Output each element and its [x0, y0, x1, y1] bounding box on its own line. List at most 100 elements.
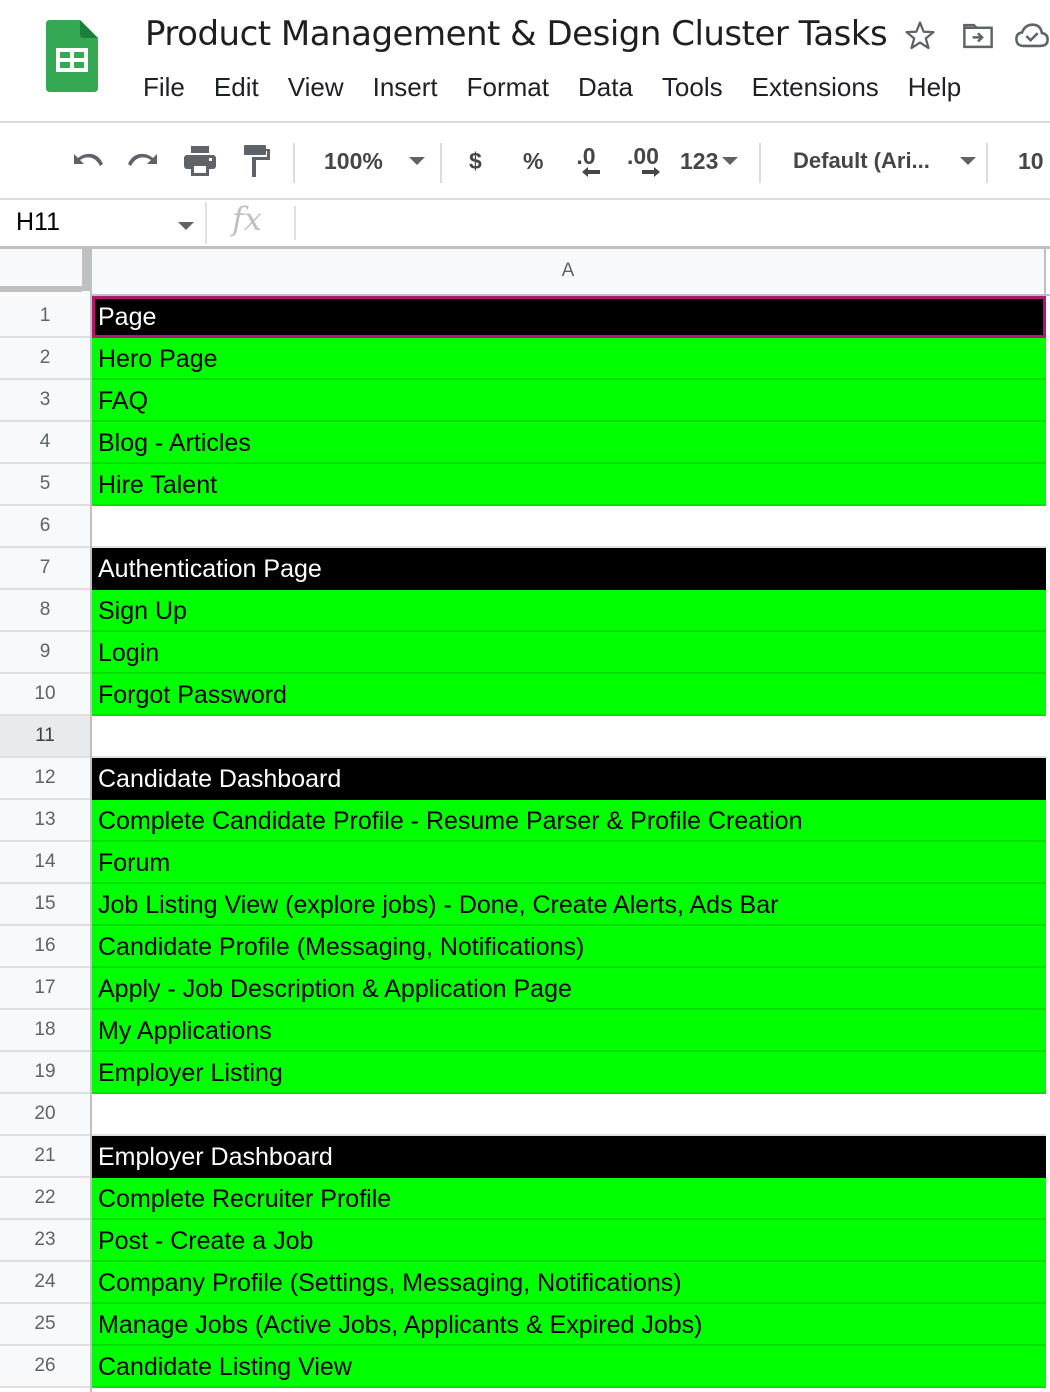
row-header[interactable]: 2 [0, 338, 90, 380]
row-header[interactable]: 20 [0, 1094, 90, 1136]
row-header[interactable]: 4 [0, 422, 90, 464]
task-cell[interactable]: Company Profile (Settings, Messaging, No… [92, 1262, 1046, 1304]
number-format-label: 123 [680, 147, 719, 174]
percent-format-button[interactable]: % [523, 123, 543, 199]
formula-input[interactable] [300, 200, 1050, 246]
row-header[interactable]: 25 [0, 1304, 90, 1346]
row-header[interactable]: 22 [0, 1178, 90, 1220]
task-cell[interactable]: Job Listing View (explore jobs) - Done, … [92, 884, 1046, 926]
increase-decimal-button[interactable]: .00 [626, 123, 660, 199]
row-header[interactable]: 8 [0, 590, 90, 632]
sheets-logo-icon[interactable] [46, 20, 98, 92]
row-header[interactable]: 15 [0, 884, 90, 926]
table-row: 20 [0, 1094, 1050, 1136]
table-row: 14 Forum [0, 842, 1050, 884]
empty-cell[interactable] [92, 716, 1046, 758]
title-bar: Product Management & Design Cluster Task… [0, 0, 1050, 122]
row-header[interactable]: 3 [0, 380, 90, 422]
chevron-down-icon[interactable] [178, 222, 194, 230]
section-header-cell[interactable]: Employer Dashboard [92, 1136, 1046, 1178]
document-title[interactable]: Product Management & Design Cluster Task… [145, 14, 888, 54]
row-header[interactable]: 18 [0, 1010, 90, 1052]
row-header[interactable]: 17 [0, 968, 90, 1010]
table-row: 24 Company Profile (Settings, Messaging, … [0, 1262, 1050, 1304]
undo-button[interactable] [70, 123, 104, 199]
task-cell[interactable]: Forum [92, 842, 1046, 884]
task-cell[interactable]: Sign Up [92, 590, 1046, 632]
table-row: 6 [0, 506, 1050, 548]
star-icon[interactable] [900, 18, 940, 54]
table-row: 22 Complete Recruiter Profile [0, 1178, 1050, 1220]
arrow-right-icon [642, 167, 660, 177]
task-cell[interactable]: FAQ [92, 380, 1046, 422]
column-header-a[interactable]: A [92, 249, 1046, 294]
move-to-folder-icon[interactable] [958, 18, 998, 54]
row-header[interactable]: 5 [0, 464, 90, 506]
menu-view[interactable]: View [288, 72, 344, 103]
section-header-cell[interactable]: Candidate Dashboard [92, 758, 1046, 800]
menu-help[interactable]: Help [908, 72, 961, 103]
task-cell[interactable]: Hire Talent [92, 464, 1046, 506]
font-size-input[interactable]: 10 [1018, 123, 1044, 199]
row-header[interactable]: 11 [0, 716, 90, 758]
task-cell[interactable]: Post - Create a Job [92, 1220, 1046, 1262]
row-header[interactable]: 16 [0, 926, 90, 968]
menu-file[interactable]: File [143, 72, 185, 103]
section-header-cell[interactable]: Authentication Page [92, 548, 1046, 590]
row-header[interactable]: 23 [0, 1220, 90, 1262]
name-box[interactable]: H11 [16, 208, 60, 237]
font-family-value: Default (Ari... [793, 148, 930, 173]
task-cell[interactable]: Complete Candidate Profile - Resume Pars… [92, 800, 1046, 842]
task-cell[interactable]: Candidate Listing View [92, 1346, 1046, 1388]
redo-button[interactable] [127, 123, 161, 199]
row-header[interactable]: 12 [0, 758, 90, 800]
menu-tools[interactable]: Tools [662, 72, 723, 103]
row-header[interactable]: 14 [0, 842, 90, 884]
cloud-saved-icon[interactable] [1012, 18, 1050, 54]
row-header[interactable]: 21 [0, 1136, 90, 1178]
menu-format[interactable]: Format [467, 72, 549, 103]
table-row: 13 Complete Candidate Profile - Resume Pa… [0, 800, 1050, 842]
number-format-button[interactable]: 123 [680, 123, 739, 199]
task-cell[interactable]: Candidate Profile (Messaging, Notificati… [92, 926, 1046, 968]
paint-format-button[interactable] [243, 123, 271, 199]
row-header[interactable]: 13 [0, 800, 90, 842]
task-cell[interactable]: Employer Listing [92, 1052, 1046, 1094]
toolbar: 100% $ % .0 .00 123 Default (Ari... 10 [0, 123, 1050, 199]
task-cell[interactable]: Blog - Articles [92, 422, 1046, 464]
row-header[interactable]: 26 [0, 1346, 90, 1388]
task-cell[interactable]: My Applications [92, 1010, 1046, 1052]
table-row: 1 Page [0, 296, 1050, 338]
decrease-decimal-button[interactable]: .0 [572, 123, 600, 199]
zoom-select[interactable]: 100% [324, 123, 425, 199]
section-header-cell[interactable]: Page [92, 296, 1046, 338]
row-header[interactable]: 9 [0, 632, 90, 674]
task-cell[interactable]: Complete Recruiter Profile [92, 1178, 1046, 1220]
font-family-select[interactable]: Default (Ari... [793, 123, 976, 199]
row-header[interactable]: 24 [0, 1262, 90, 1304]
empty-cell[interactable] [92, 506, 1046, 548]
task-cell[interactable]: Apply - Job Description & Application Pa… [92, 968, 1046, 1010]
row-header[interactable]: 1 [0, 296, 90, 338]
freeze-row-handle[interactable] [0, 286, 82, 292]
toolbar-separator [759, 143, 761, 183]
task-cell[interactable]: Login [92, 632, 1046, 674]
table-row: 21 Employer Dashboard [0, 1136, 1050, 1178]
task-cell[interactable]: Manage Jobs (Active Jobs, Applicants & E… [92, 1304, 1046, 1346]
empty-cell[interactable] [92, 1094, 1046, 1136]
table-row: 23 Post - Create a Job [0, 1220, 1050, 1262]
task-cell[interactable]: Hero Page [92, 338, 1046, 380]
print-button[interactable] [183, 123, 217, 199]
row-header[interactable]: 7 [0, 548, 90, 590]
freeze-column-handle[interactable] [82, 249, 90, 291]
toolbar-separator [986, 143, 988, 183]
row-header[interactable]: 6 [0, 506, 90, 548]
currency-format-button[interactable]: $ [469, 123, 482, 199]
task-cell[interactable]: Forgot Password [92, 674, 1046, 716]
row-header[interactable]: 10 [0, 674, 90, 716]
menu-extensions[interactable]: Extensions [752, 72, 879, 103]
menu-insert[interactable]: Insert [373, 72, 438, 103]
row-header[interactable]: 19 [0, 1052, 90, 1094]
menu-data[interactable]: Data [578, 72, 633, 103]
menu-edit[interactable]: Edit [214, 72, 259, 103]
